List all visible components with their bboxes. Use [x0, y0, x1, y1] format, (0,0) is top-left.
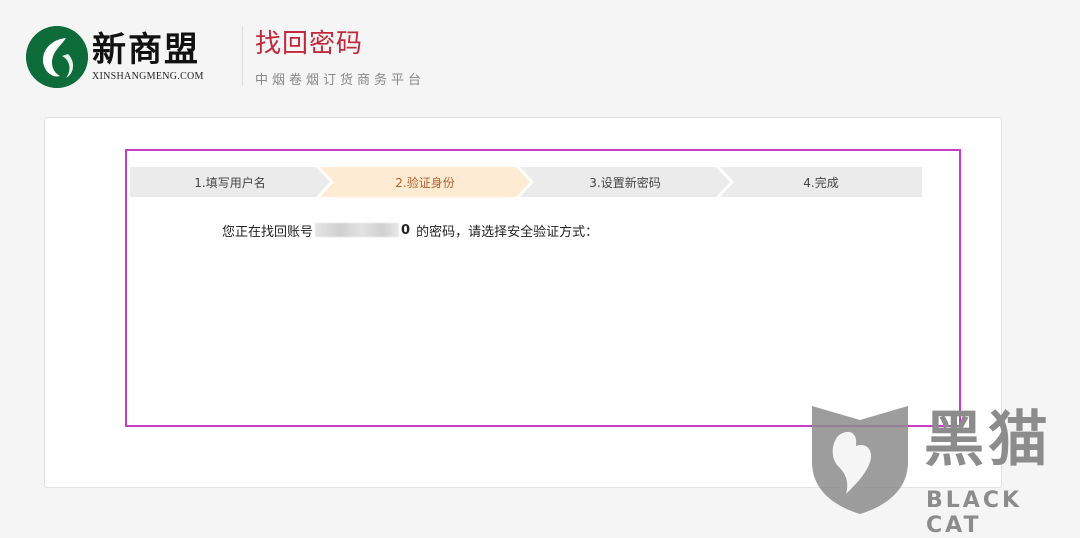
step-2-label: 2.验证身份 — [395, 175, 455, 190]
page-subtitle: 中烟卷烟订货商务平台 — [255, 73, 426, 88]
step-1-label: 1.填写用户名 — [194, 175, 266, 190]
brand-name: 新商盟 — [92, 30, 200, 70]
watermark-en: BLACK CAT — [926, 488, 1023, 538]
brand-domain: XINSHANGMENG.COM — [92, 71, 204, 82]
step-3: 3.设置新密码 — [520, 167, 730, 197]
step-2: 2.验证身份 — [320, 167, 530, 197]
step-3-label: 3.设置新密码 — [589, 175, 661, 190]
step-1: 1.填写用户名 — [130, 167, 330, 197]
step-4: 4.完成 — [720, 167, 922, 197]
black-cat-watermark: 黑猫 BLACK CAT — [808, 402, 1080, 538]
cat-shield-icon — [812, 406, 908, 514]
brand-logo-icon — [26, 26, 88, 88]
step-4-label: 4.完成 — [803, 175, 839, 190]
header-divider — [242, 26, 243, 86]
step-progress-bar: 1.填写用户名 2.验证身份 3.设置新密码 4.完成 — [130, 167, 922, 197]
watermark-cn: 黑猫 — [924, 405, 1052, 475]
page-title: 找回密码 — [255, 29, 364, 59]
